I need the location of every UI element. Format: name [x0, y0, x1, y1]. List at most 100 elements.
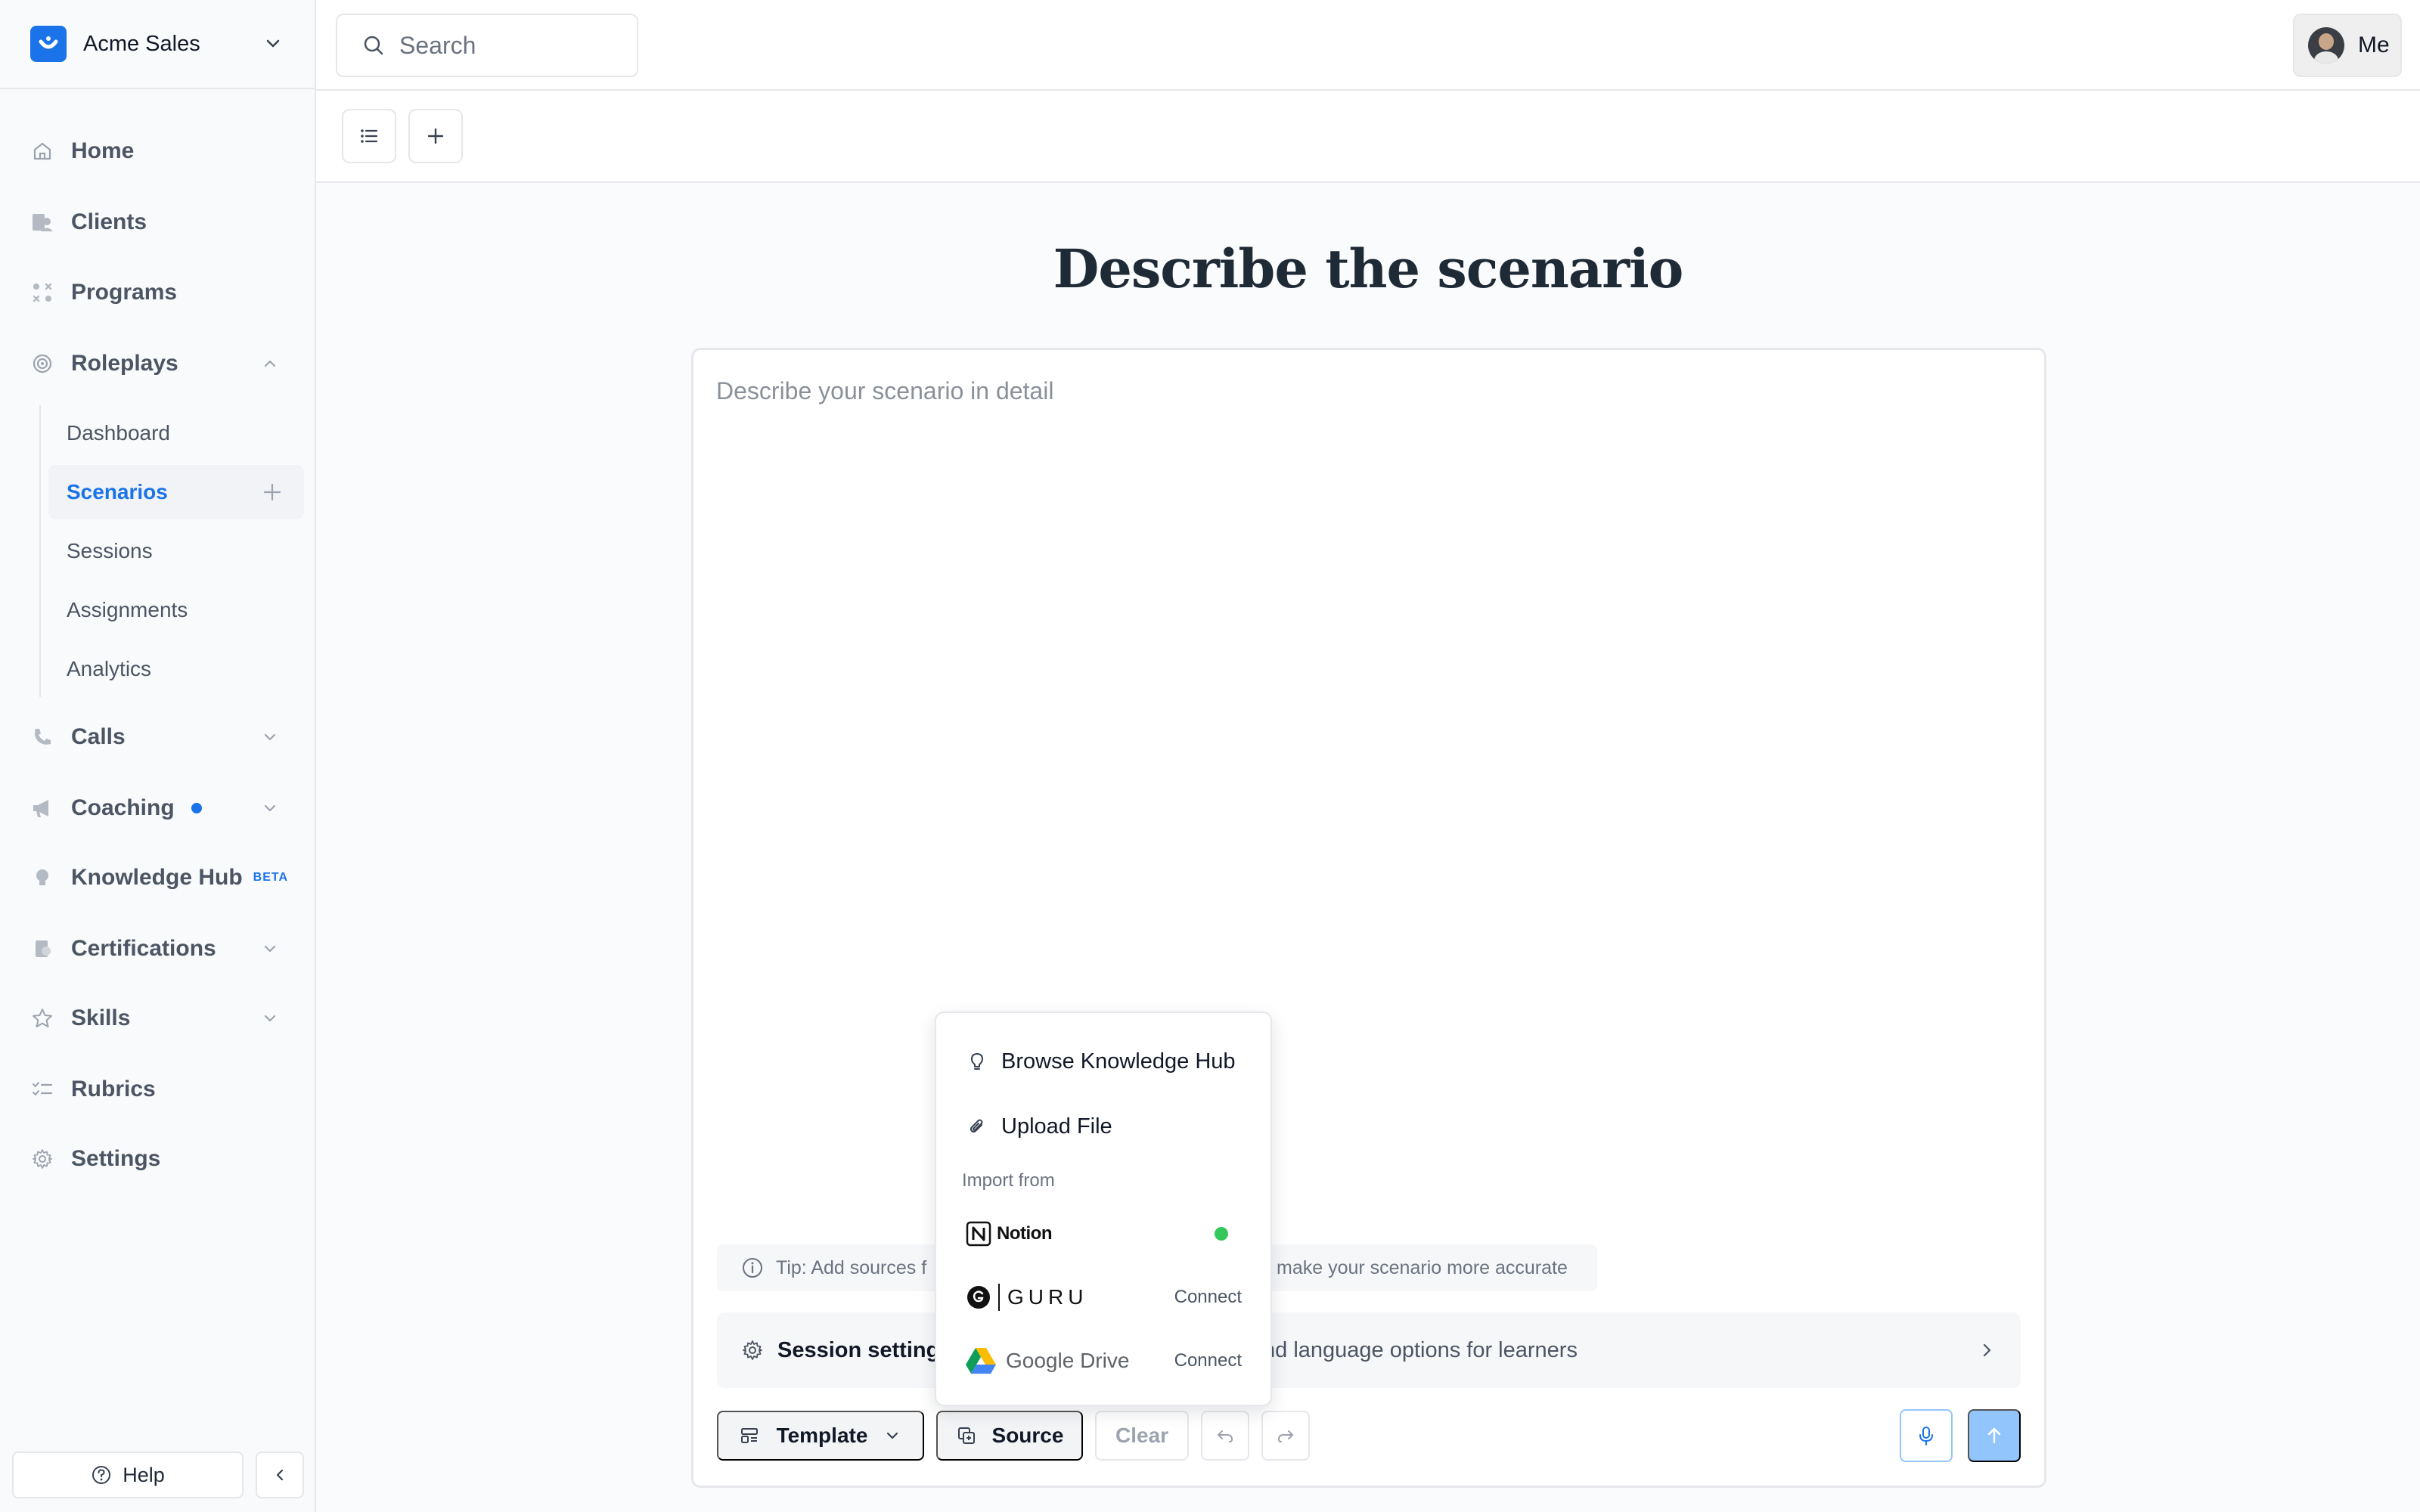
plus-icon[interactable] [262, 482, 283, 503]
notion-name: Notion [997, 1223, 1052, 1244]
sidebar-subitem-scenarios[interactable]: Scenarios [48, 465, 304, 519]
gear-icon [30, 1147, 54, 1171]
sidebar-subitem-label: Dashboard [67, 421, 170, 445]
undo-icon [1218, 1430, 1233, 1442]
beta-badge: BETA [253, 871, 289, 884]
star-icon [30, 1006, 54, 1030]
sidebar-item-settings[interactable]: Settings [12, 1132, 304, 1186]
sidebar-item-label: Knowledge Hub [71, 865, 243, 890]
sidebar-item-programs[interactable]: Programs [12, 265, 304, 320]
user-label: Me [2358, 33, 2390, 57]
sidebar-item-label: Calls [71, 724, 126, 749]
user-menu-button[interactable]: Me [2293, 14, 2402, 77]
sidebar-item-clients[interactable]: Clients [12, 195, 304, 249]
import-from-heading: Import from [962, 1170, 1055, 1191]
chevron-down-icon [887, 1432, 898, 1439]
notion-source-item[interactable]: Notion [948, 1207, 1260, 1261]
sidebar-item-label: Settings [71, 1146, 161, 1171]
sidebar-item-certifications[interactable]: Certifications [12, 922, 304, 976]
subnav-divider [39, 405, 41, 697]
session-settings-title: Session setting [777, 1337, 940, 1362]
guru-connect-button[interactable]: Connect [1174, 1287, 1242, 1308]
browse-knowledge-hub-item[interactable]: Browse Knowledge Hub [948, 1034, 1260, 1089]
help-label: Help [123, 1463, 165, 1486]
help-button[interactable]: Help [12, 1452, 244, 1498]
source-button[interactable]: Source [936, 1411, 1083, 1461]
clear-label: Clear [1115, 1424, 1169, 1447]
paperclip-icon [970, 1119, 983, 1133]
avatar [2308, 27, 2344, 64]
sidebar: Acme Sales Home Clients Programs Rolepla… [0, 0, 316, 1512]
guru-name: GURU [1007, 1285, 1088, 1309]
workspace-name: Acme Sales [83, 31, 200, 56]
microphone-icon [1919, 1427, 1933, 1445]
list-icon [361, 129, 378, 143]
sidebar-item-knowledge-hub[interactable]: Knowledge Hub BETA [12, 850, 304, 905]
sidebar-item-label: Certifications [71, 936, 216, 961]
sidebar-subitem-label: Sessions [67, 539, 153, 562]
sidebar-item-roleplays[interactable]: Roleplays [12, 336, 304, 391]
session-settings-description: nd language options for learners [1263, 1337, 1578, 1362]
search-input[interactable] [399, 31, 626, 60]
new-scenario-button[interactable] [408, 109, 463, 163]
sidebar-item-coaching[interactable]: Coaching [12, 781, 304, 835]
upload-file-label: Upload File [1001, 1114, 1112, 1139]
add-source-icon [957, 1427, 975, 1444]
template-button[interactable]: Template [717, 1411, 924, 1461]
sidebar-item-label: Clients [71, 209, 147, 234]
sidebar-item-label: Programs [71, 280, 178, 305]
sidebar-subitem-label: Assignments [67, 598, 188, 621]
upload-file-item[interactable]: Upload File [948, 1099, 1260, 1154]
chevron-left-icon [276, 1469, 284, 1481]
sidebar-item-skills[interactable]: Skills [12, 991, 304, 1046]
microphone-button[interactable] [1900, 1409, 1953, 1462]
top-bar: Me [316, 0, 2420, 91]
lightbulb-icon [971, 1053, 983, 1070]
redo-button[interactable] [1261, 1411, 1310, 1461]
sidebar-item-calls[interactable]: Calls [12, 710, 304, 764]
undo-button[interactable] [1201, 1411, 1249, 1461]
workspace-switcher[interactable]: Acme Sales [0, 0, 315, 89]
clients-icon [30, 210, 54, 234]
google-drive-source-item[interactable]: Google Drive Connect [948, 1334, 1260, 1388]
sidebar-item-label: Roleplays [71, 351, 178, 376]
sidebar-item-label: Home [71, 138, 135, 163]
sidebar-subitem-sessions[interactable]: Sessions [48, 524, 304, 578]
search-box[interactable] [336, 14, 638, 77]
collapse-sidebar-button[interactable] [256, 1452, 304, 1498]
guru-source-item[interactable]: GURU Connect [948, 1270, 1260, 1325]
sidebar-subitem-assignments[interactable]: Assignments [48, 583, 304, 637]
lightbulb-icon [30, 866, 54, 890]
source-menu: Browse Knowledge Hub Upload File Import … [935, 1012, 1272, 1406]
help-circle-icon [92, 1466, 111, 1484]
sidebar-item-label: Rubrics [71, 1077, 156, 1101]
gear-icon [743, 1340, 762, 1360]
certificate-icon [30, 937, 54, 961]
clear-button[interactable]: Clear [1095, 1411, 1189, 1461]
guru-logo-icon [967, 1286, 990, 1309]
notion-logo-icon [966, 1221, 991, 1247]
chevron-right-icon [1983, 1343, 1991, 1357]
google-drive-logo-icon [966, 1348, 996, 1374]
notification-dot [191, 803, 202, 813]
target-icon [30, 352, 54, 376]
sidebar-item-rubrics[interactable]: Rubrics [12, 1062, 304, 1117]
scenario-description-input[interactable] [716, 377, 2017, 1247]
tip-text-left: Tip: Add sources f [776, 1256, 927, 1278]
arrow-up-icon [1987, 1427, 2001, 1444]
chevron-up-icon [264, 360, 276, 367]
list-view-button[interactable] [342, 109, 396, 163]
google-drive-connect-button[interactable]: Connect [1174, 1350, 1242, 1371]
plus-icon [427, 128, 444, 144]
chevron-down-icon [264, 1015, 276, 1022]
template-icon [740, 1428, 758, 1443]
chevron-down-icon [266, 39, 280, 48]
tip-text-right: make your scenario more accurate [1277, 1256, 1568, 1278]
session-settings-row[interactable]: Session setting nd language options for … [717, 1312, 2021, 1388]
chevron-down-icon [264, 804, 276, 812]
sidebar-item-home[interactable]: Home [12, 124, 304, 178]
send-button[interactable] [1968, 1409, 2021, 1462]
sidebar-subitem-dashboard[interactable]: Dashboard [48, 406, 304, 460]
sidebar-subitem-analytics[interactable]: Analytics [48, 642, 304, 696]
guru-divider [998, 1284, 1000, 1311]
